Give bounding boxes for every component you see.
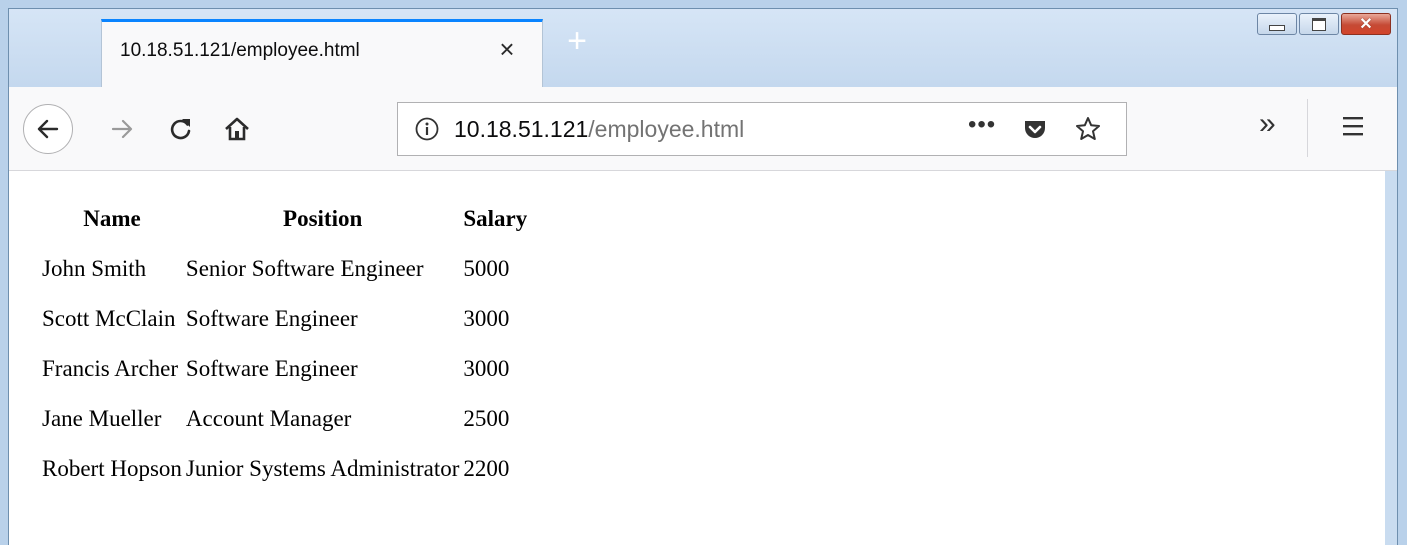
page-actions-menu-icon[interactable]: ••• bbox=[968, 111, 996, 139]
cell-position: Junior Systems Administrator bbox=[185, 456, 460, 481]
forward-arrow-icon bbox=[111, 119, 133, 139]
navigation-toolbar: 10.18.51.121/employee.html ••• » bbox=[9, 87, 1397, 171]
cell-salary: 3000 bbox=[463, 356, 510, 381]
window-frame-edge bbox=[1385, 171, 1397, 545]
tab-employee[interactable]: 10.18.51.121/employee.html × bbox=[101, 19, 543, 87]
tab-strip: 10.18.51.121/employee.html × + ✕ bbox=[9, 9, 1397, 87]
cell-position: Software Engineer bbox=[185, 306, 358, 331]
header-name: Name bbox=[83, 206, 141, 231]
cell-name: Francis Archer bbox=[42, 356, 179, 381]
hamburger-menu-button[interactable] bbox=[1341, 115, 1365, 142]
cell-salary: 3000 bbox=[463, 306, 510, 331]
cell-position: Account Manager bbox=[185, 406, 352, 431]
bookmark-star-icon[interactable] bbox=[1074, 115, 1102, 143]
cell-name: Jane Mueller bbox=[42, 406, 162, 431]
hamburger-menu-icon bbox=[1343, 117, 1363, 136]
table-header-row: Name Position Salary bbox=[41, 195, 528, 243]
reload-button[interactable] bbox=[167, 115, 195, 143]
cell-salary: 2500 bbox=[463, 406, 510, 431]
table-row: Francis Archer Software Engineer 3000 bbox=[41, 345, 528, 393]
table-row: Scott McClain Software Engineer 3000 bbox=[41, 295, 528, 343]
home-button[interactable] bbox=[223, 115, 251, 143]
pocket-icon[interactable] bbox=[1022, 116, 1048, 142]
url-text[interactable]: 10.18.51.121/employee.html bbox=[454, 116, 744, 143]
table-row: Jane Mueller Account Manager 2500 bbox=[41, 395, 528, 443]
home-icon bbox=[225, 117, 249, 141]
tab-title: 10.18.51.121/employee.html bbox=[120, 40, 360, 61]
header-position: Position bbox=[283, 206, 363, 231]
cell-name: John Smith bbox=[42, 256, 147, 281]
maximize-icon bbox=[1312, 17, 1326, 31]
table-row: John Smith Senior Software Engineer 5000 bbox=[41, 245, 528, 293]
new-tab-button[interactable]: + bbox=[557, 21, 597, 61]
page-content: Name Position Salary John Smith Senior S… bbox=[9, 171, 1387, 545]
back-button[interactable] bbox=[23, 104, 73, 154]
maximize-button[interactable] bbox=[1299, 13, 1339, 35]
window-controls: ✕ bbox=[1257, 13, 1391, 35]
cell-position: Senior Software Engineer bbox=[185, 256, 424, 281]
tab-close-icon[interactable]: × bbox=[492, 34, 522, 64]
overflow-menu-button[interactable]: » bbox=[1259, 109, 1276, 139]
cell-position: Software Engineer bbox=[185, 356, 358, 381]
back-arrow-icon bbox=[37, 119, 59, 139]
table-row: Robert Hopson Junior Systems Administrat… bbox=[41, 445, 528, 493]
url-host: 10.18.51.121 bbox=[454, 116, 589, 142]
employee-table: Name Position Salary John Smith Senior S… bbox=[39, 193, 530, 495]
url-path: /employee.html bbox=[588, 116, 745, 142]
info-icon[interactable] bbox=[414, 116, 440, 142]
url-bar[interactable]: 10.18.51.121/employee.html ••• bbox=[397, 102, 1127, 156]
close-window-button[interactable]: ✕ bbox=[1341, 13, 1391, 35]
cell-salary: 2200 bbox=[463, 456, 510, 481]
close-icon: ✕ bbox=[1359, 16, 1373, 33]
minimize-button[interactable] bbox=[1257, 13, 1297, 35]
cell-name: Robert Hopson bbox=[42, 456, 182, 481]
minimize-icon bbox=[1269, 25, 1285, 31]
reload-icon bbox=[170, 119, 191, 140]
cell-salary: 5000 bbox=[463, 256, 510, 281]
cell-name: Scott McClain bbox=[42, 306, 176, 331]
forward-button[interactable] bbox=[109, 116, 135, 142]
header-salary: Salary bbox=[463, 206, 528, 231]
browser-window: 10.18.51.121/employee.html × + ✕ 10.18.5… bbox=[8, 8, 1398, 545]
toolbar-separator bbox=[1307, 99, 1308, 157]
